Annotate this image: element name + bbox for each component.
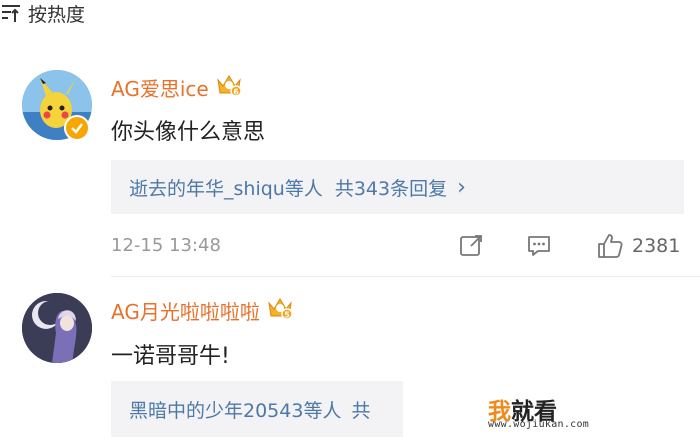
divider: [111, 276, 700, 277]
username-text: AG爱思ice: [111, 77, 209, 101]
reply-count: 共343条回复: [334, 177, 448, 200]
username[interactable]: AG月光啦啦啦啦 5: [111, 295, 294, 326]
svg-text:6: 6: [233, 88, 239, 97]
timestamp: 12-15 13:48: [111, 235, 221, 256]
replies-preview[interactable]: 黑暗中的少年20543等人 共: [111, 381, 403, 437]
chevron-right-icon: ›: [457, 174, 466, 200]
like-count: 2381: [632, 235, 681, 257]
comment-text: 你头像什么意思: [111, 120, 266, 145]
comment-actions: 2381: [458, 232, 680, 260]
username[interactable]: AG爱思ice 6: [111, 72, 243, 103]
avatar[interactable]: [22, 293, 92, 363]
comment-text: 一诺哥哥牛!: [111, 344, 230, 369]
svg-text:5: 5: [284, 311, 290, 320]
reply-users: 逝去的年华_shiqu等人: [129, 177, 323, 200]
username-text: AG月光啦啦啦啦: [111, 300, 260, 324]
verified-icon: [64, 115, 90, 141]
comment-icon[interactable]: [526, 233, 552, 259]
sort-label: 按热度: [28, 3, 86, 26]
sort-icon: [0, 2, 22, 24]
crown-badge-icon: 5: [266, 295, 294, 326]
sort-by-hot-button[interactable]: 按热度: [0, 0, 700, 26]
reply-count: 共: [351, 399, 371, 422]
share-icon[interactable]: [458, 233, 484, 259]
replies-preview[interactable]: 逝去的年华_shiqu等人 共343条回复 ›: [111, 160, 684, 214]
reply-users: 黑暗中的少年20543等人: [129, 399, 342, 422]
watermark-logo: 我就看 www.wojiukan.com: [488, 392, 598, 432]
like-icon[interactable]: [596, 232, 624, 260]
watermark-url: www.wojiukan.com: [488, 419, 590, 430]
crown-badge-icon: 6: [215, 72, 243, 103]
